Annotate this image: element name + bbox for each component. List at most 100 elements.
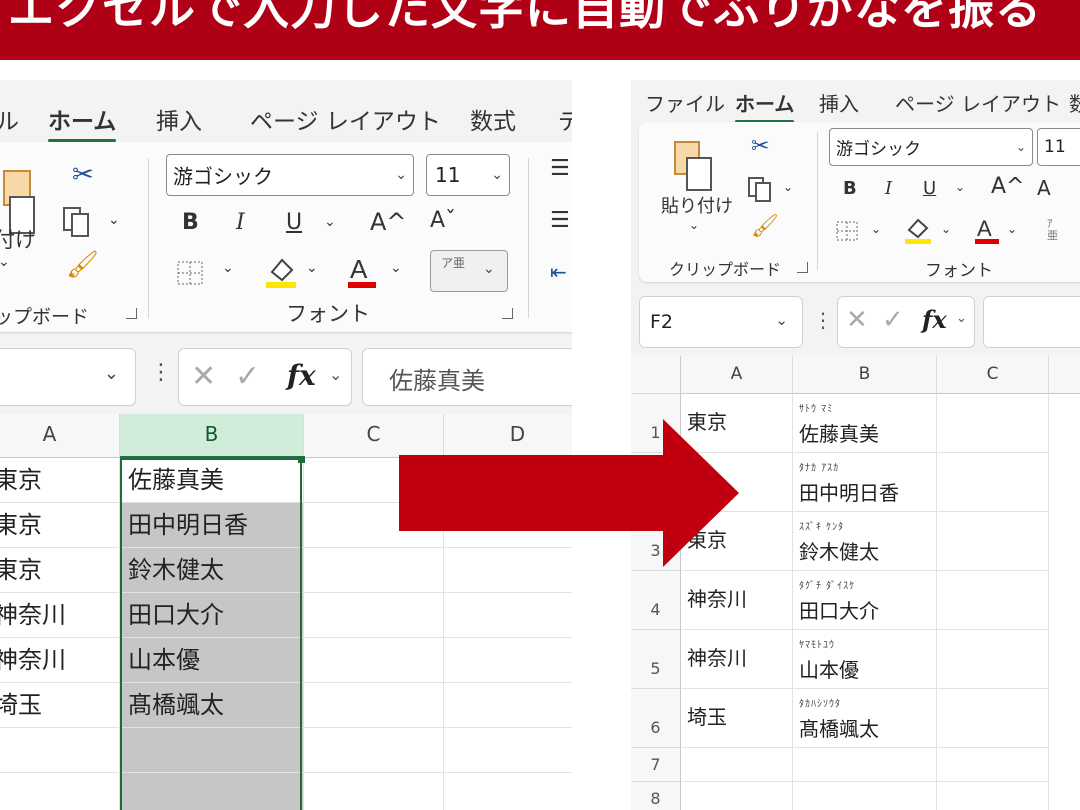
- column-header-d[interactable]: [1049, 356, 1080, 394]
- tab-formulas[interactable]: 数: [1069, 88, 1080, 117]
- tab-insert[interactable]: 挿入: [819, 88, 859, 117]
- tab-home[interactable]: ホーム: [735, 88, 795, 123]
- font-color-icon[interactable]: A: [346, 252, 378, 290]
- paste-icon[interactable]: [671, 136, 715, 192]
- chevron-down-icon[interactable]: ⌄: [329, 365, 342, 384]
- column-header-b[interactable]: B: [120, 414, 304, 458]
- italic-button[interactable]: I: [885, 178, 892, 199]
- cell-c[interactable]: [304, 728, 444, 773]
- cell-c[interactable]: [937, 453, 1049, 512]
- cut-icon[interactable]: ✂: [72, 160, 94, 190]
- border-icon[interactable]: [176, 260, 206, 288]
- tab-formulas[interactable]: 数式: [470, 102, 516, 136]
- fill-color-icon[interactable]: [903, 214, 933, 246]
- chevron-down-icon[interactable]: ⌄: [222, 260, 234, 276]
- shrink-font-button[interactable]: Aˇ: [430, 208, 456, 233]
- tab-page-layout[interactable]: ページ レイアウト: [250, 102, 441, 136]
- cell-b[interactable]: ﾀﾅｶ ｱｽｶ 田中明日香: [793, 453, 937, 512]
- cell-d[interactable]: [444, 773, 572, 810]
- indent-icon[interactable]: ⇤: [550, 260, 567, 284]
- chevron-down-icon[interactable]: ⌄: [955, 180, 965, 194]
- paste-label[interactable]: 付け: [0, 224, 36, 254]
- bold-button[interactable]: B: [843, 178, 857, 199]
- chevron-down-icon[interactable]: ⌄: [1007, 222, 1017, 236]
- furigana-icon[interactable]: ｱ亜: [1047, 218, 1058, 242]
- chevron-down-icon[interactable]: ⌄: [108, 212, 120, 228]
- align-top-icon[interactable]: ☰: [550, 156, 570, 181]
- tab-data[interactable]: デ: [558, 102, 572, 136]
- cell-d[interactable]: [444, 728, 572, 773]
- chevron-down-icon[interactable]: ⌄: [0, 254, 10, 270]
- cell-a[interactable]: [0, 773, 120, 810]
- column-header-b[interactable]: B: [793, 356, 937, 394]
- copy-icon[interactable]: [747, 176, 773, 204]
- cell-c[interactable]: [304, 683, 444, 728]
- paste-label[interactable]: 貼り付け: [661, 192, 733, 218]
- formula-input[interactable]: [983, 296, 1080, 348]
- italic-button[interactable]: I: [236, 210, 245, 235]
- cell-a[interactable]: [0, 728, 120, 773]
- cell-d[interactable]: [444, 593, 572, 638]
- cell-b[interactable]: ﾔﾏﾓﾄﾕｳ 山本優: [793, 630, 937, 689]
- cell-a[interactable]: 東京: [0, 548, 120, 593]
- format-painter-icon[interactable]: 🖌: [66, 250, 99, 280]
- cell-a[interactable]: 神奈川: [0, 593, 120, 638]
- font-name-dropdown[interactable]: 游ゴシック ⌄: [166, 154, 414, 196]
- cell-b[interactable]: ｻﾄｳ ﾏﾐ 佐藤真美: [793, 394, 937, 453]
- cell-b[interactable]: ﾀｸﾞﾁ ﾀﾞｲｽｹ 田口大介: [793, 571, 937, 630]
- chevron-down-icon[interactable]: ⌄: [390, 260, 402, 276]
- cell-a[interactable]: 東京: [0, 503, 120, 548]
- column-header-c[interactable]: C: [937, 356, 1049, 394]
- copy-icon[interactable]: [62, 206, 92, 238]
- chevron-down-icon[interactable]: ⌄: [783, 180, 793, 194]
- cell-a[interactable]: [681, 748, 793, 782]
- formula-input[interactable]: 佐藤真美: [362, 348, 572, 406]
- enter-icon[interactable]: ✓: [882, 305, 904, 335]
- name-box[interactable]: ⌄: [0, 348, 136, 406]
- tab-file[interactable]: ル: [0, 102, 19, 136]
- furigana-button[interactable]: ア亜 ⌄: [430, 250, 508, 292]
- underline-button[interactable]: U: [923, 178, 936, 199]
- insert-function-button[interactable]: fx: [287, 359, 316, 392]
- enter-icon[interactable]: ✓: [235, 359, 260, 394]
- cell-d[interactable]: [444, 683, 572, 728]
- cell-c[interactable]: [304, 593, 444, 638]
- chevron-down-icon[interactable]: ⌄: [306, 260, 318, 276]
- shrink-font-button[interactable]: A: [1037, 176, 1051, 200]
- cell-d[interactable]: [444, 638, 572, 683]
- row-header[interactable]: 5: [631, 630, 681, 689]
- chevron-down-icon[interactable]: ⌄: [871, 222, 881, 236]
- row-header[interactable]: 8: [631, 782, 681, 810]
- underline-button[interactable]: U: [286, 210, 302, 235]
- column-header-a[interactable]: A: [0, 414, 120, 458]
- grow-font-button[interactable]: A^: [991, 174, 1024, 199]
- cell-c[interactable]: [937, 571, 1049, 630]
- cell-a[interactable]: 神奈川: [681, 630, 793, 689]
- chevron-down-icon[interactable]: ⌄: [941, 222, 951, 236]
- chevron-down-icon[interactable]: ⌄: [324, 214, 336, 230]
- dialog-launcher-icon[interactable]: [502, 308, 513, 319]
- grow-font-button[interactable]: A^: [370, 208, 407, 236]
- insert-function-button[interactable]: fx: [922, 305, 947, 334]
- chevron-down-icon[interactable]: ⌄: [689, 218, 699, 232]
- name-box[interactable]: F2 ⌄: [639, 296, 803, 348]
- cell-c[interactable]: [937, 689, 1049, 748]
- cell-c[interactable]: [304, 638, 444, 683]
- cell-c[interactable]: [304, 773, 444, 810]
- select-all-corner[interactable]: [631, 356, 681, 394]
- column-header-a[interactable]: A: [681, 356, 793, 394]
- row-header[interactable]: 6: [631, 689, 681, 748]
- tab-home[interactable]: ホーム: [48, 102, 117, 142]
- border-icon[interactable]: [835, 220, 861, 244]
- cell-a[interactable]: 埼玉: [0, 683, 120, 728]
- tab-insert[interactable]: 挿入: [156, 102, 202, 136]
- cell-b[interactable]: [793, 782, 937, 810]
- cell-b[interactable]: ﾀｶﾊｼｿｳﾀ 髙橋颯太: [793, 689, 937, 748]
- cell-b[interactable]: [793, 748, 937, 782]
- bold-button[interactable]: B: [182, 210, 199, 235]
- chevron-down-icon[interactable]: ⌄: [956, 311, 967, 326]
- cell-a[interactable]: 神奈川: [0, 638, 120, 683]
- tab-page-layout[interactable]: ページ レイアウト: [895, 88, 1061, 117]
- cell-a[interactable]: 東京: [0, 458, 120, 503]
- cancel-icon[interactable]: ✕: [191, 359, 216, 394]
